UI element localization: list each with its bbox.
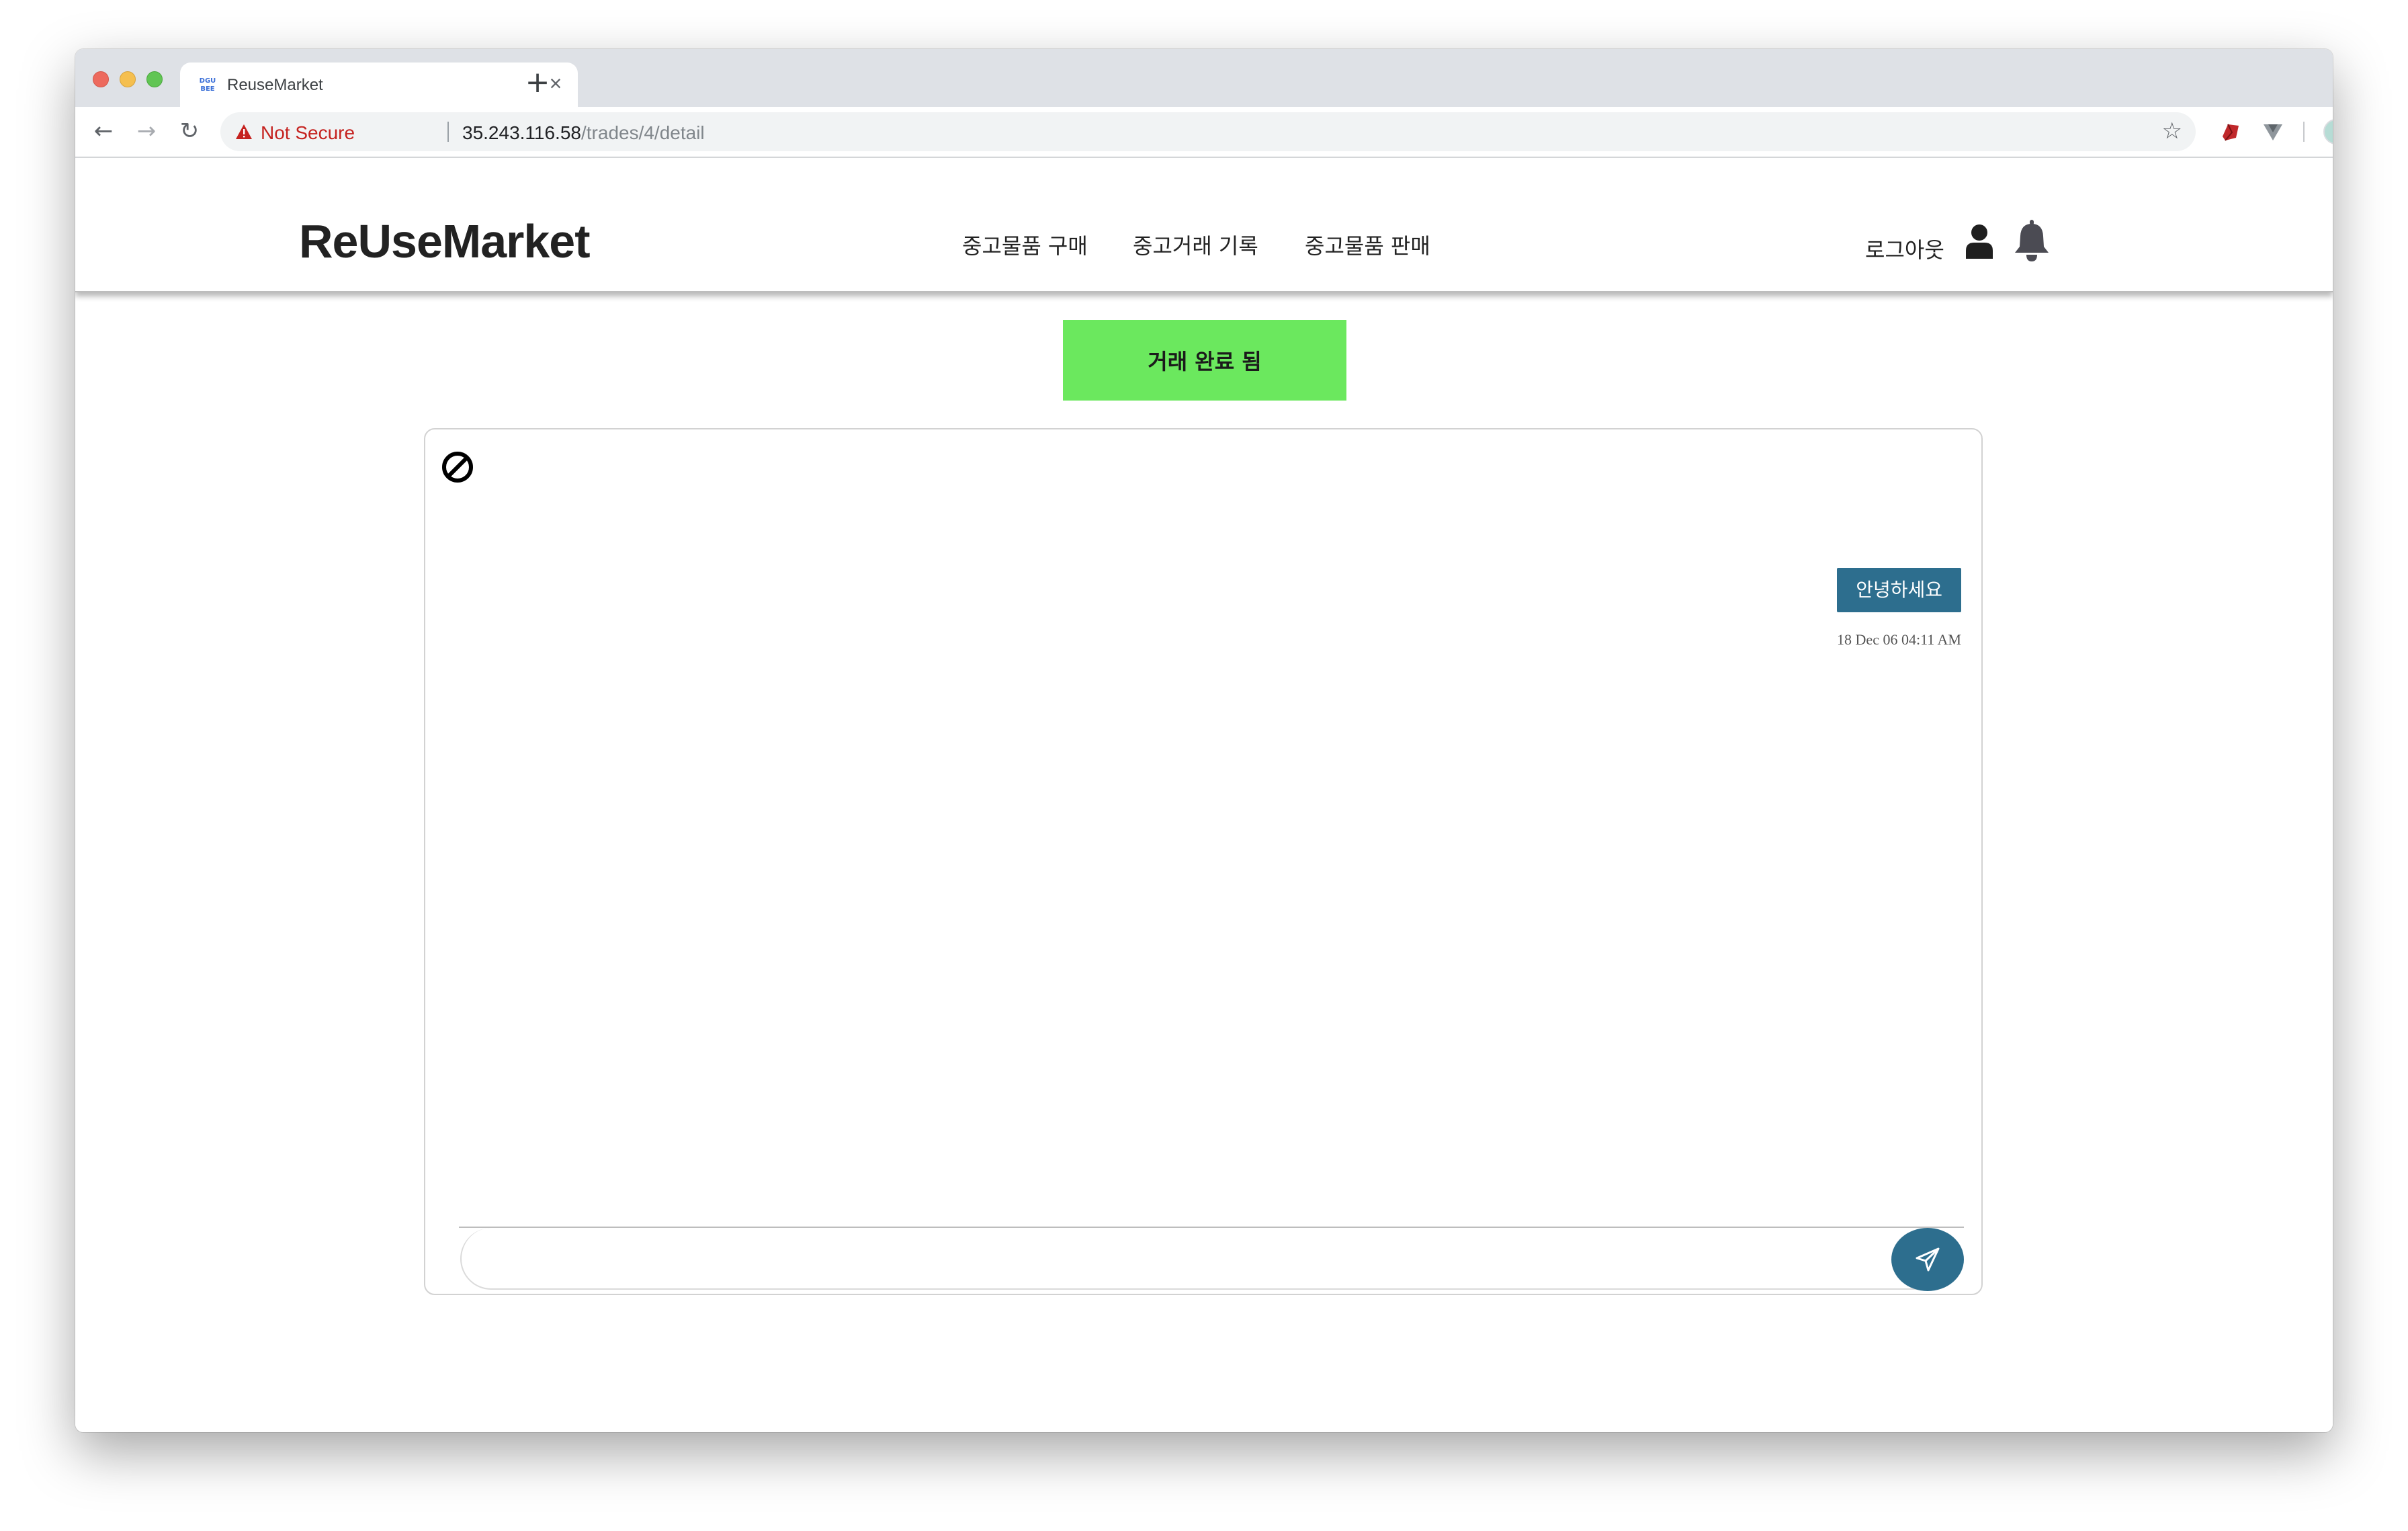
bell-icon[interactable] <box>2013 220 2051 261</box>
favicon-icon: DGU BEE <box>199 77 216 93</box>
forward-arrow-icon[interactable]: → <box>132 116 161 146</box>
page-content: ReUseMarket 중고물품 구매 중고거래 기록 중고물품 판매 로그아웃… <box>75 158 2333 1432</box>
message-input[interactable] <box>460 1228 1952 1290</box>
chat-message-bubble: 안녕하세요 <box>1837 568 1961 612</box>
extension-icon[interactable] <box>2219 120 2241 143</box>
nav-trade-history[interactable]: 중고거래 기록 <box>1133 229 1258 260</box>
vue-devtools-icon[interactable] <box>2262 120 2284 143</box>
block-icon[interactable] <box>440 450 475 485</box>
user-icon[interactable] <box>1965 224 1994 259</box>
browser-titlebar: DGU BEE ReuseMarket × + <box>75 49 2333 107</box>
browser-toolbar: ← → ↻ Not Secure 35.243.116.58/trades/4/… <box>75 107 2333 158</box>
reload-icon[interactable]: ↻ <box>175 116 204 146</box>
trade-complete-button[interactable]: 거래 완료 됨 <box>1063 320 1346 401</box>
nav-sell[interactable]: 중고물품 판매 <box>1305 229 1430 260</box>
tab-title: ReuseMarket <box>227 76 323 94</box>
new-tab-button[interactable]: + <box>517 63 558 103</box>
url-text[interactable]: 35.243.116.58/trades/4/detail <box>462 122 705 144</box>
address-bar[interactable]: Not Secure 35.243.116.58/trades/4/detail… <box>220 112 2196 151</box>
browser-window: DGU BEE ReuseMarket × + ← → ↻ Not Secure … <box>75 49 2333 1432</box>
bookmark-star-icon[interactable]: ☆ <box>2162 118 2182 144</box>
chat-panel: 안녕하세요 18 Dec 06 04:11 AM <box>424 428 1983 1295</box>
site-logo[interactable]: ReUseMarket <box>299 214 591 268</box>
logout-link[interactable]: 로그아웃 <box>1865 233 1944 264</box>
site-header: ReUseMarket 중고물품 구매 중고거래 기록 중고물품 판매 로그아웃 <box>75 158 2333 292</box>
profile-avatar-icon[interactable] <box>2323 119 2333 144</box>
send-button[interactable] <box>1891 1228 1964 1291</box>
warning-icon <box>236 124 252 139</box>
close-window-button[interactable] <box>93 71 109 87</box>
back-arrow-icon[interactable]: ← <box>89 116 118 146</box>
nav-buy[interactable]: 중고물품 구매 <box>962 229 1088 260</box>
security-label[interactable]: Not Secure <box>261 122 355 144</box>
message-timestamp: 18 Dec 06 04:11 AM <box>1837 631 1961 648</box>
minimize-window-button[interactable] <box>120 71 136 87</box>
omnibox-divider <box>447 122 449 142</box>
toolbar-divider <box>2303 122 2305 142</box>
paper-plane-icon <box>1916 1247 1940 1272</box>
maximize-window-button[interactable] <box>146 71 163 87</box>
